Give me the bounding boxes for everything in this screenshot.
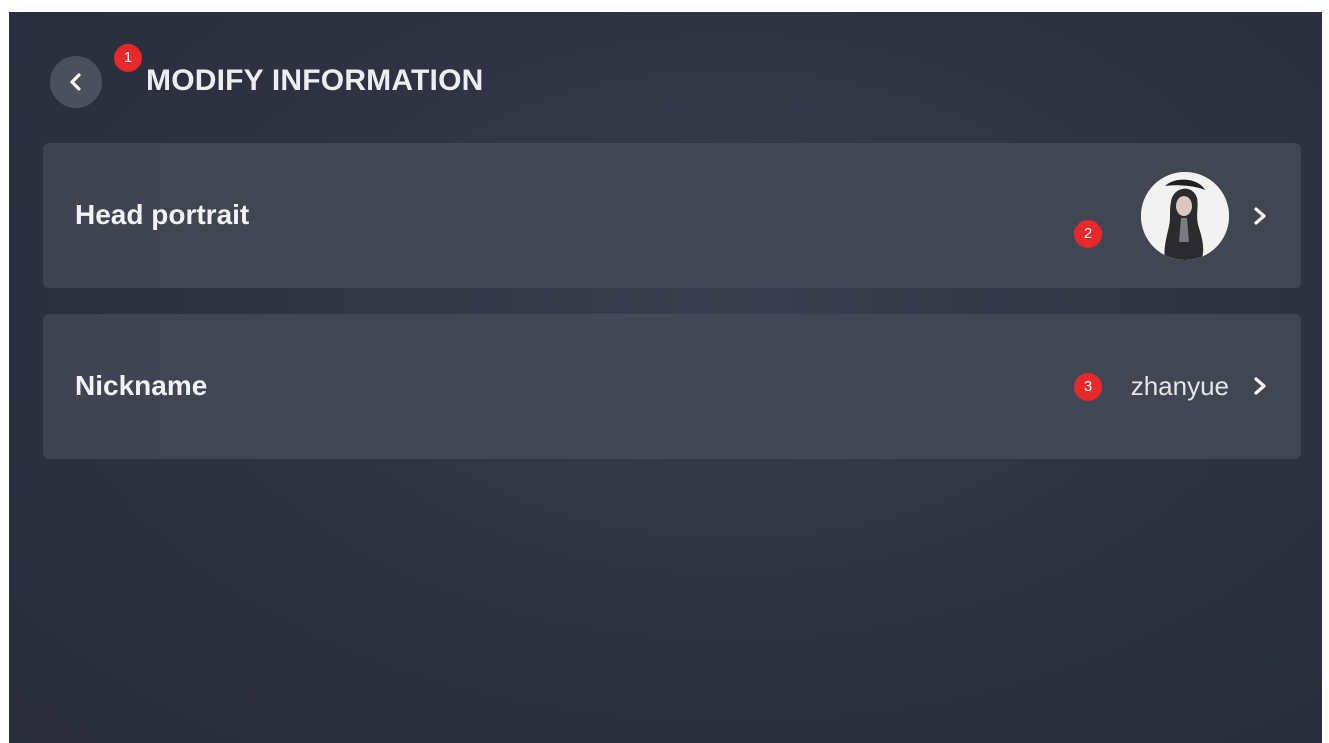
nickname-value: zhanyue [1130, 371, 1229, 401]
back-button[interactable] [50, 56, 102, 108]
annotation-marker-2: 2 [1074, 220, 1102, 248]
nickname-row[interactable]: Nickname 3 zhanyue [43, 314, 1301, 459]
chevron-right-icon [1254, 207, 1266, 225]
page-title: MODIFY INFORMATION [146, 64, 484, 97]
nickname-label: Nickname [75, 370, 208, 401]
avatar-image [1141, 172, 1229, 260]
chevron-left-icon [70, 73, 81, 91]
annotation-marker-3: 3 [1074, 373, 1102, 401]
head-portrait-label: Head portrait [75, 199, 250, 230]
header: 1 MODIFY INFORMATION [9, 12, 1322, 142]
annotation-marker-1: 1 [114, 44, 142, 72]
chevron-right-icon [1254, 377, 1266, 395]
head-portrait-row[interactable]: Head portrait 2 [43, 143, 1301, 288]
avatar[interactable] [1141, 172, 1229, 260]
modify-information-screen: 1 MODIFY INFORMATION Head portrait 2 Nic… [9, 12, 1322, 743]
